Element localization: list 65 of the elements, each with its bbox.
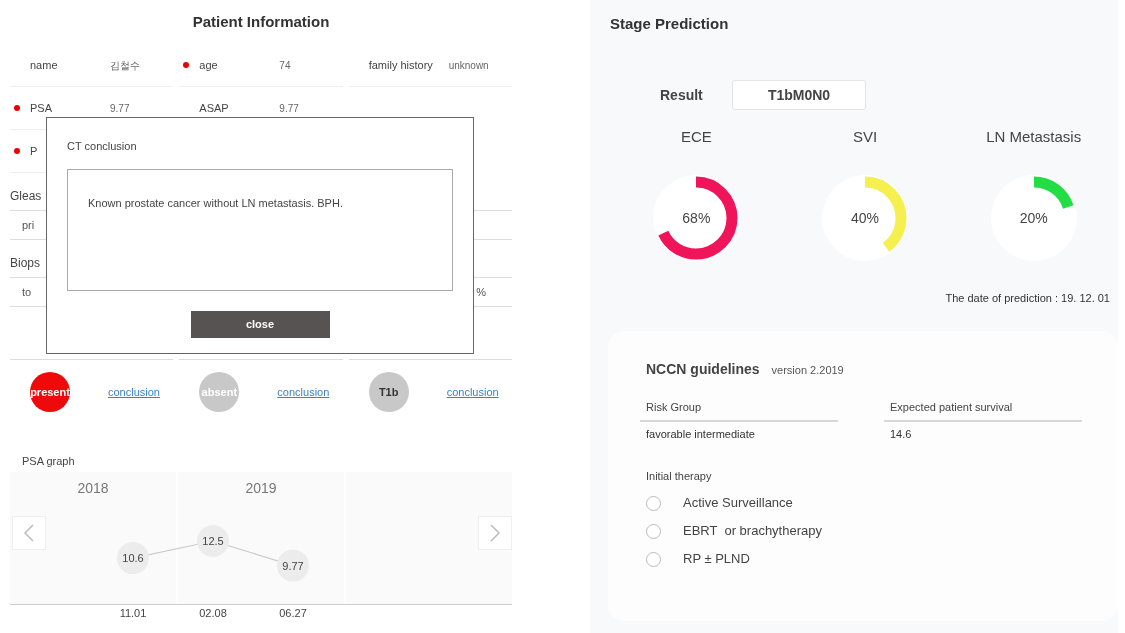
field-label: family history [368, 58, 433, 71]
close-button[interactable]: close [190, 310, 330, 338]
data-point: 10.6 [117, 542, 149, 575]
data-point: 9.77 [277, 549, 309, 582]
modal-title: CT conclusion [67, 139, 138, 154]
field-label: age [199, 58, 218, 71]
field-value: 9.77 [279, 101, 299, 116]
result-value: T1bM0N0 [767, 85, 831, 105]
axis-label: 06.27 [279, 607, 307, 619]
result-label: Result [660, 85, 704, 105]
row-text: to [22, 284, 32, 300]
radio-button[interactable] [646, 495, 661, 511]
section-label: PSA graph [22, 453, 75, 469]
card-title: NCCN guidelines [646, 359, 760, 379]
chevron-right-icon [489, 524, 501, 542]
therapy-option[interactable]: Active Surveillance [646, 494, 1086, 512]
conclusion-link[interactable]: conclusion [108, 383, 160, 401]
data-label: 10.6 [122, 552, 144, 565]
column-value: 14.6 [890, 427, 912, 443]
status-badge: T1b [368, 372, 409, 412]
row-value: % [476, 284, 486, 300]
chevron-left-icon [23, 524, 35, 542]
conclusion-link[interactable]: conclusion [446, 383, 499, 401]
field-value: 9.77 [110, 101, 130, 116]
next-button[interactable] [478, 516, 512, 550]
gauge-reading: 20% [1019, 208, 1048, 228]
field-label: PSA [30, 101, 52, 114]
data-point: 12.5 [197, 525, 229, 557]
year-label: 2019 [245, 479, 277, 498]
therapy-label: Initial therapy [646, 468, 713, 484]
previous-button[interactable] [12, 516, 46, 550]
conclusion-text: Known prostate cancer without LN metastasis. BPH. [88, 196, 343, 209]
therapy-option[interactable]: RP ± PLND [646, 550, 1086, 568]
radio-button[interactable] [646, 523, 661, 539]
gauge-reading: 40% [851, 208, 879, 228]
year-label: 2018 [77, 479, 109, 498]
field-value: unknown [448, 58, 489, 73]
therapy-option[interactable]: EBRT or brachytherapy [646, 522, 1086, 540]
row-text: Biops [10, 254, 41, 272]
axis-label: 11.01 [119, 607, 147, 619]
radio-button[interactable] [646, 551, 661, 567]
status-badge: present [30, 372, 70, 412]
column-value: favorable intermediate [646, 427, 755, 443]
field-label: ASAP [199, 101, 229, 114]
version-label: version 2.2019 [771, 362, 844, 378]
column-header: Expected patient survival [890, 400, 1013, 416]
field-value: 74 [279, 58, 291, 73]
field-label: name [30, 58, 58, 71]
field-label: P [30, 144, 38, 157]
panel-title: Patient Information [192, 11, 330, 32]
data-label: 12.5 [202, 535, 224, 547]
row-text: Gleas [10, 187, 42, 205]
column-header: Risk Group [646, 400, 702, 416]
field-value: 김철수 [110, 58, 140, 73]
gauge-reading: 68% [682, 208, 711, 228]
prediction-date: The date of prediction : 19. 12. 01 [945, 291, 1110, 306]
gauge-label: ECE [680, 127, 712, 147]
axis-label: 02.08 [199, 607, 227, 619]
gauge-label: LN Metastasis [986, 127, 1082, 147]
panel-title: Stage Prediction [610, 15, 729, 32]
row-text: pri [22, 217, 35, 233]
gauge-label: SVI [852, 127, 878, 147]
data-label: 9.77 [282, 559, 304, 572]
conclusion-link[interactable]: conclusion [277, 383, 330, 401]
conclusion-text-area[interactable]: Known prostate cancer without LN metastasis. BPH. [67, 168, 453, 291]
